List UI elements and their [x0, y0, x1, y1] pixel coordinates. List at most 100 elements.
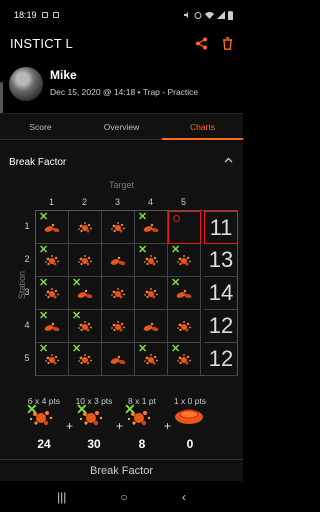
dust-break-icon — [177, 354, 191, 365]
chip-break-icon — [44, 223, 60, 233]
chip-break-icon — [110, 355, 126, 365]
dust-break-icon — [45, 354, 59, 365]
hit-icon: ✕ — [76, 401, 88, 417]
miss-icon — [173, 215, 180, 222]
chevron-up-icon[interactable] — [224, 157, 233, 163]
delete-icon[interactable] — [222, 36, 233, 50]
signal-icon — [217, 11, 225, 19]
chip-break-icon — [44, 322, 60, 332]
target-col-label: 3 — [114, 197, 120, 207]
target-col-label: 2 — [81, 197, 87, 207]
dust-break-icon — [78, 222, 92, 233]
grid-cell: ✕ — [69, 277, 102, 310]
status-left: 18:19 — [14, 10, 59, 20]
dust-break-icon — [177, 321, 191, 332]
grid-cell — [168, 310, 201, 343]
station-row-label: 5 — [24, 353, 30, 363]
target-col-label: 4 — [147, 197, 153, 207]
grid-cell — [69, 211, 102, 244]
station-axis-label: Station — [17, 270, 27, 300]
grid-cell: ✕ — [69, 343, 102, 376]
grid-cell — [102, 211, 135, 244]
station-row-label: 2 — [24, 254, 30, 264]
grid-cell: ✕ — [36, 277, 69, 310]
legend-icon: ✕ — [26, 401, 56, 434]
grid-cell — [102, 310, 135, 343]
battery-icon — [228, 10, 233, 20]
station-row-label: 4 — [24, 320, 30, 330]
wifi-icon — [205, 11, 214, 19]
charts-panel: Break Factor Target 12345 12345 Station … — [0, 141, 243, 459]
chip-break-icon — [77, 289, 93, 299]
status-icons — [183, 10, 233, 20]
shooter-name: Mike — [50, 68, 77, 82]
share-icon[interactable] — [195, 37, 208, 50]
grid-cell: ✕ — [135, 343, 168, 376]
dust-break-icon — [111, 288, 125, 299]
dust-break-icon — [78, 321, 92, 332]
row-total: 13 — [204, 244, 238, 277]
grid-cell: ✕ — [69, 310, 102, 343]
dust-break-icon — [144, 288, 158, 299]
session-meta: Dec 15, 2020 @ 14:18 • Trap - Practice — [50, 87, 199, 97]
chip-break-icon — [143, 322, 159, 332]
dust-break-icon — [45, 288, 59, 299]
app-bar: INSTICT L — [0, 30, 243, 56]
target-axis-label: Target — [108, 180, 134, 190]
grid-cell: ✕ — [135, 244, 168, 277]
legend-value: 0 — [186, 437, 194, 451]
grid-cell — [168, 211, 201, 244]
row-total: 14 — [204, 277, 238, 310]
grid-cell: ✕ — [135, 211, 168, 244]
target-col-label: 5 — [180, 197, 186, 207]
grid-cell — [102, 244, 135, 277]
legend-plus: + — [66, 419, 74, 433]
dust-break-icon — [111, 321, 125, 332]
hit-icon: ✕ — [124, 401, 136, 417]
legend-icon: ✕ — [124, 401, 154, 434]
hit-icon: ✕ — [26, 401, 38, 417]
status-time: 18:19 — [14, 10, 37, 20]
legend-value: 8 — [138, 437, 146, 451]
dust-break-icon — [144, 255, 158, 266]
chart-title-label: Break Factor — [90, 464, 153, 477]
legend-value: 24 — [37, 437, 51, 451]
grid-cell — [102, 343, 135, 376]
status-bar: 18:19 — [0, 0, 243, 30]
recents-button[interactable]: ||| — [57, 490, 66, 504]
grid-cell — [102, 277, 135, 310]
grid-cell — [135, 310, 168, 343]
row-total: 12 — [204, 343, 238, 376]
chart-title-strip[interactable]: Break Factor — [0, 459, 243, 481]
grid-cell — [135, 277, 168, 310]
system-nav-bar: ||| ○ ‹ — [0, 481, 243, 512]
back-button[interactable]: ‹ — [182, 490, 186, 504]
home-button[interactable]: ○ — [121, 490, 128, 504]
dust-break-icon — [144, 354, 158, 365]
grid-cell: ✕ — [168, 277, 201, 310]
grid-cell — [69, 244, 102, 277]
station-row-label: 1 — [24, 221, 30, 231]
grid-cell: ✕ — [168, 244, 201, 277]
avatar[interactable] — [9, 67, 43, 101]
tab-score[interactable]: Score — [0, 114, 81, 139]
grid-cell: ✕ — [36, 211, 69, 244]
target-col-label: 1 — [48, 197, 54, 207]
legend-icon: ✕ — [76, 401, 106, 434]
grid-cell: ✕ — [36, 310, 69, 343]
chip-break-icon — [143, 223, 159, 233]
section-title: Break Factor — [9, 157, 67, 168]
legend-plus: + — [116, 419, 124, 433]
legend-value: 30 — [87, 437, 101, 451]
tab-bar: Score Overview Charts — [0, 113, 243, 140]
chip-break-icon — [176, 289, 192, 299]
grid-cell: ✕ — [36, 244, 69, 277]
session-header: Mike Dec 15, 2020 @ 14:18 • Trap - Pract… — [0, 62, 243, 108]
break-factor-grid: ✕ ✕ 11 ✕ ✕ ✕ 13 ✕ ✕ ✕ 14 ✕ ✕ 12 ✕ ✕ ✕ ✕ 12 — [35, 210, 238, 376]
app-actions — [195, 36, 233, 50]
screenshot-icon — [52, 12, 59, 18]
dust-break-icon — [78, 255, 92, 266]
tab-overview[interactable]: Overview — [81, 114, 162, 139]
chip-break-icon — [110, 256, 126, 266]
tab-charts[interactable]: Charts — [162, 114, 243, 140]
